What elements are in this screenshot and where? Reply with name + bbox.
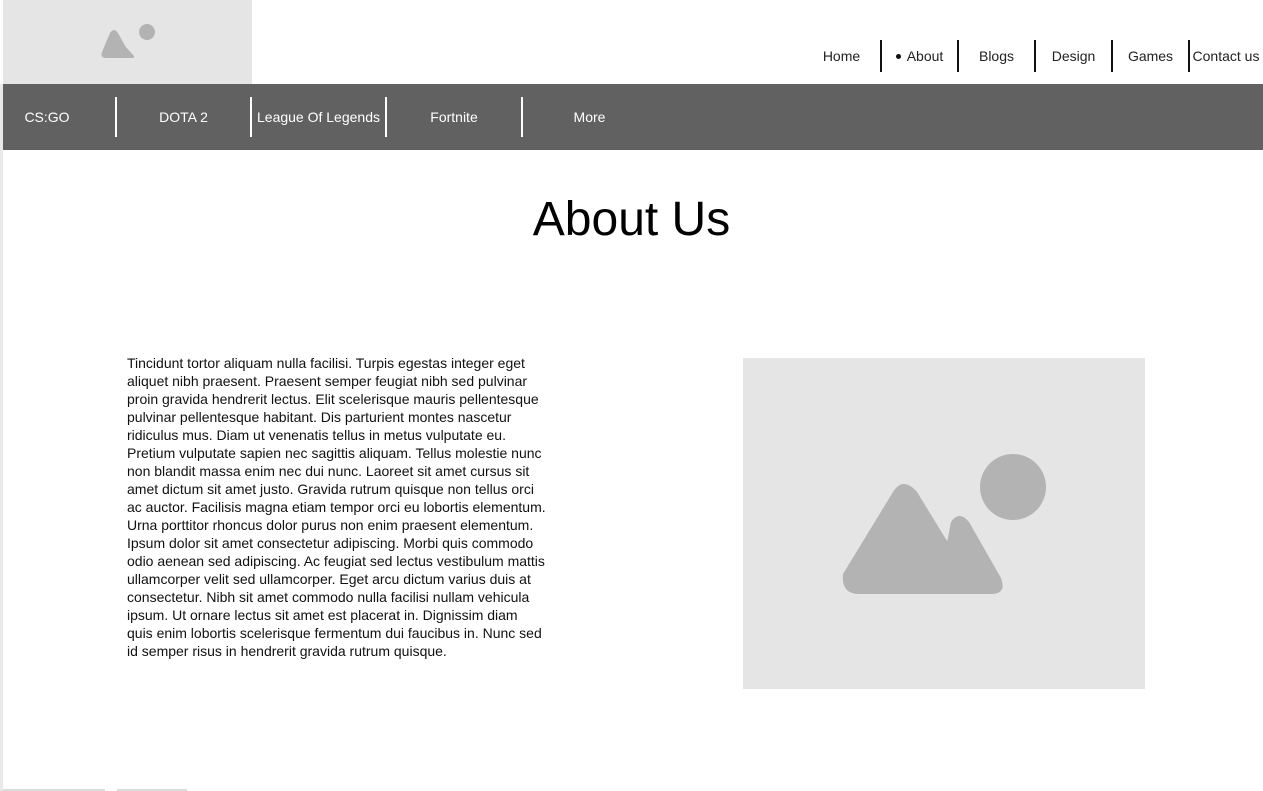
image-placeholder-icon (101, 24, 155, 58)
top-nav: Home About Blogs Design Games Contact us (803, 40, 1262, 72)
about-paragraph: Tincidunt tortor aliquam nulla facilisi.… (127, 355, 546, 659)
game-tab-csgo[interactable]: CS:GO (3, 97, 91, 137)
image-placeholder-icon (842, 454, 1046, 594)
page-left-border (0, 84, 3, 791)
nav-blogs[interactable]: Blogs (959, 40, 1034, 72)
page-title: About Us (532, 193, 731, 246)
nav-about-label: About (906, 48, 944, 64)
game-tab-lol[interactable]: League Of Legends (252, 97, 385, 137)
nav-design[interactable]: Design (1036, 40, 1111, 72)
game-tab-more[interactable]: More (523, 97, 656, 137)
site-logo[interactable] (3, 0, 252, 84)
game-category-bar: CS:GO DOTA 2 League Of Legends Fortnite … (3, 84, 1263, 150)
nav-about[interactable]: About (882, 40, 957, 72)
game-tab-dota2[interactable]: DOTA 2 (117, 97, 250, 137)
game-tab-fortnite[interactable]: Fortnite (387, 97, 521, 137)
about-image (743, 358, 1145, 689)
nav-games[interactable]: Games (1113, 40, 1188, 72)
active-indicator-dot (895, 53, 901, 59)
nav-home[interactable]: Home (803, 40, 880, 72)
nav-contact[interactable]: Contact us (1190, 40, 1262, 72)
